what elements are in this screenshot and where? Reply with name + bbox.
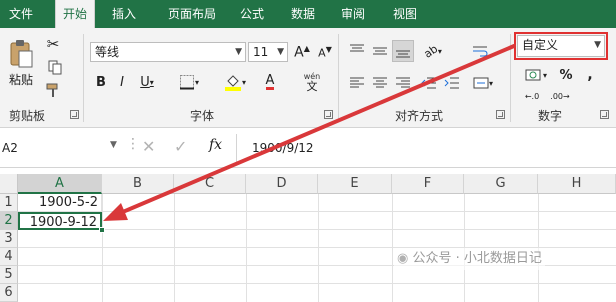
row-header[interactable]: 6 [0, 284, 18, 302]
annotation-arrow [103, 44, 516, 221]
